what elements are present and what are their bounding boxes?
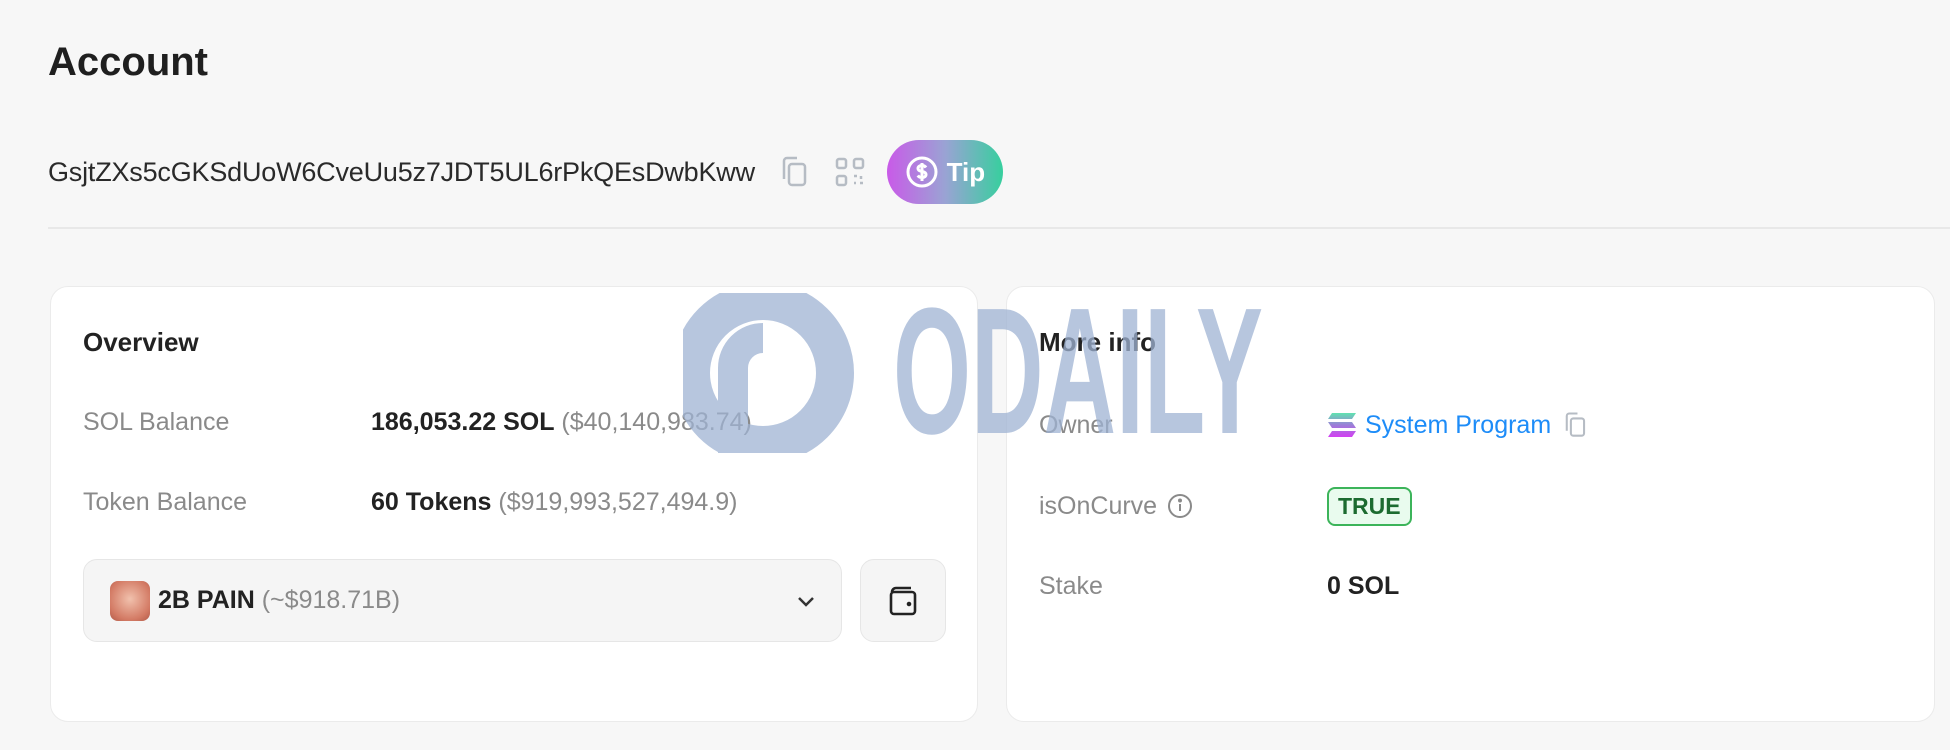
sol-balance-usd: ($40,140,983.74): [561, 407, 752, 436]
account-address: GsjtZXs5cGKSdUoW6CveUu5z7JDT5UL6rPkQEsDw…: [48, 156, 755, 187]
chevron-down-icon: [795, 586, 817, 615]
stake-label: Stake: [1039, 571, 1103, 600]
stake-value: 0 SOL: [1327, 571, 1400, 600]
token-select-dropdown[interactable]: 2B PAIN (~$918.71B): [83, 559, 842, 642]
is-on-curve-badge: TRUE: [1327, 486, 1412, 526]
token-balance-label: Token Balance: [83, 487, 248, 516]
page-title: Account: [48, 40, 208, 84]
token-balance-row: Token Balance 60 Tokens ($919,993,527,49…: [83, 482, 963, 522]
token-value: (~$918.71B): [261, 586, 401, 614]
address-row: GsjtZXs5cGKSdUoW6CveUu5z7JDT5UL6rPkQEsDw…: [48, 140, 1003, 204]
is-on-curve-label: isOnCurve: [1039, 491, 1158, 520]
token-balance-usd: ($919,993,527,494.9): [498, 487, 738, 516]
stake-row: Stake 0 SOL: [1039, 566, 1919, 606]
qr-code-icon[interactable]: [833, 155, 867, 189]
more-info-card: More info Owner System Program isOnCurve…: [1006, 286, 1935, 722]
sol-balance-row: SOL Balance 186,053.22 SOL ($40,140,983.…: [83, 402, 963, 442]
copy-icon[interactable]: [1561, 411, 1589, 439]
wallet-button[interactable]: [860, 559, 946, 642]
overview-title: Overview: [83, 327, 199, 357]
wallet-icon: [889, 586, 917, 615]
token-name: 2B PAIN: [158, 586, 255, 614]
owner-label: Owner: [1039, 410, 1113, 439]
tip-label: Tip: [946, 156, 986, 187]
sol-balance-value: 186,053.22 SOL: [371, 407, 555, 436]
more-info-title: More info: [1039, 327, 1156, 357]
divider: [48, 227, 1950, 229]
dollar-icon: [906, 156, 938, 188]
owner-row: Owner System Program: [1039, 405, 1919, 445]
owner-link[interactable]: System Program: [1365, 411, 1551, 440]
sol-balance-label: SOL Balance: [83, 407, 230, 436]
tip-button[interactable]: Tip: [886, 140, 1003, 204]
token-balance-value: 60 Tokens: [371, 487, 492, 516]
is-on-curve-row: isOnCurve TRUE: [1039, 486, 1919, 526]
solana-icon: [1328, 413, 1356, 437]
token-avatar: [110, 580, 150, 621]
overview-card: Overview SOL Balance 186,053.22 SOL ($40…: [50, 286, 978, 722]
info-icon[interactable]: [1167, 493, 1193, 519]
copy-icon[interactable]: [777, 155, 811, 189]
